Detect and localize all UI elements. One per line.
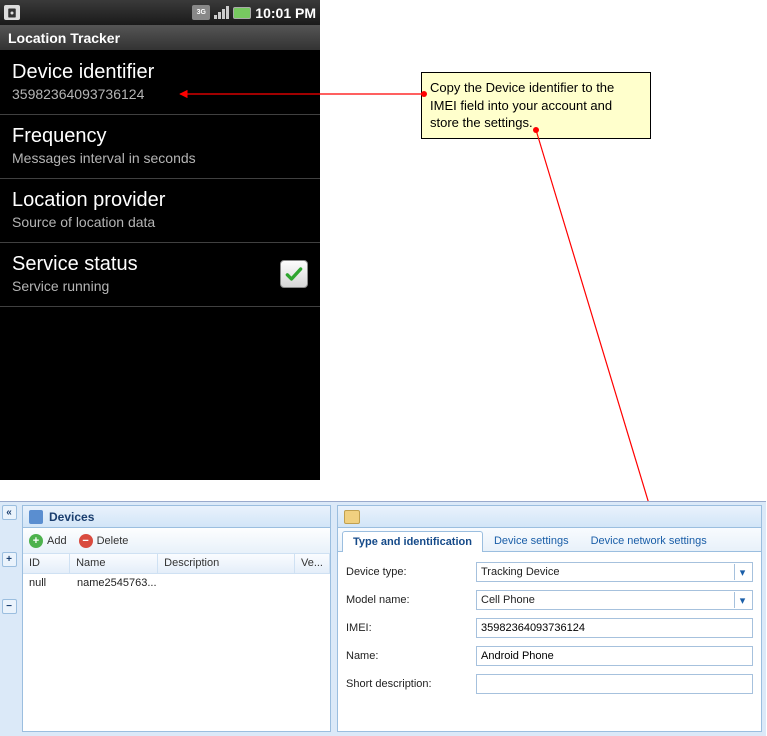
cell-description bbox=[161, 574, 301, 594]
chevron-down-icon: ▾ bbox=[734, 592, 750, 608]
label-name: Name: bbox=[346, 650, 476, 662]
tab-type-identification[interactable]: Type and identification bbox=[342, 531, 483, 552]
setting-title: Service status bbox=[12, 253, 280, 276]
devices-toolbar: + Add − Delete bbox=[23, 528, 330, 554]
setting-service-status[interactable]: Service status Service running bbox=[0, 243, 320, 307]
model-name-select[interactable]: Cell Phone ▾ bbox=[476, 590, 753, 610]
plus-icon: + bbox=[29, 534, 43, 548]
model-name-value: Cell Phone bbox=[481, 594, 535, 606]
setting-subtitle: 35982364093736124 bbox=[12, 86, 308, 102]
tab-device-network-settings[interactable]: Device network settings bbox=[580, 530, 718, 551]
setting-subtitle: Source of location data bbox=[12, 214, 308, 230]
setting-title: Location provider bbox=[12, 189, 308, 212]
setting-subtitle: Service running bbox=[12, 278, 280, 294]
devices-table-header: ID Name Description Ve... bbox=[23, 554, 330, 574]
service-status-checkbox[interactable] bbox=[280, 260, 308, 288]
device-form-header bbox=[338, 506, 761, 528]
data-network-icon: 3G bbox=[192, 5, 210, 20]
col-ve[interactable]: Ve... bbox=[295, 554, 330, 573]
label-short-description: Short description: bbox=[346, 678, 476, 690]
admin-panel: « + − Devices + Add − Delete ID Name Des… bbox=[0, 501, 766, 736]
chevron-down-icon: ▾ bbox=[734, 564, 750, 580]
setting-title: Frequency bbox=[12, 125, 308, 148]
col-description[interactable]: Description bbox=[158, 554, 295, 573]
panel-remove-button[interactable]: − bbox=[2, 599, 17, 614]
cell-name: name2545763... bbox=[71, 574, 161, 594]
status-bar: 3G 10:01 PM bbox=[0, 0, 320, 25]
delete-device-button[interactable]: − Delete bbox=[79, 534, 129, 548]
devices-panel: Devices + Add − Delete ID Name Descripti… bbox=[22, 505, 331, 732]
short-description-field[interactable] bbox=[476, 674, 753, 694]
app-title-bar: Location Tracker bbox=[0, 25, 320, 51]
label-imei: IMEI: bbox=[346, 622, 476, 634]
setting-title: Device identifier bbox=[12, 61, 308, 84]
collapse-left-button[interactable]: « bbox=[2, 505, 17, 520]
add-label: Add bbox=[47, 535, 67, 547]
add-device-button[interactable]: + Add bbox=[29, 534, 67, 548]
android-phone-screen: 3G 10:01 PM Location Tracker Device iden… bbox=[0, 0, 320, 480]
battery-icon bbox=[233, 7, 251, 19]
sim-icon bbox=[4, 5, 20, 20]
label-device-type: Device type: bbox=[346, 566, 476, 578]
imei-field[interactable] bbox=[476, 618, 753, 638]
callout-note: Copy the Device identifier to the IMEI f… bbox=[421, 72, 651, 139]
table-row[interactable]: null name2545763... bbox=[23, 574, 330, 594]
devices-panel-header: Devices bbox=[23, 506, 330, 528]
label-model-name: Model name: bbox=[346, 594, 476, 606]
devices-title: Devices bbox=[49, 510, 94, 524]
panel-add-button[interactable]: + bbox=[2, 552, 17, 567]
cell-ve bbox=[301, 574, 330, 594]
folder-icon bbox=[344, 510, 360, 524]
device-type-select[interactable]: Tracking Device ▾ bbox=[476, 562, 753, 582]
setting-location-provider[interactable]: Location provider Source of location dat… bbox=[0, 179, 320, 243]
form-tabs: Type and identification Device settings … bbox=[338, 528, 761, 552]
minus-icon: − bbox=[79, 534, 93, 548]
col-id[interactable]: ID bbox=[23, 554, 70, 573]
clock: 10:01 PM bbox=[255, 5, 316, 21]
setting-subtitle: Messages interval in seconds bbox=[12, 150, 308, 166]
check-icon bbox=[284, 264, 304, 284]
setting-frequency[interactable]: Frequency Messages interval in seconds bbox=[0, 115, 320, 179]
devices-icon bbox=[29, 510, 43, 524]
signal-icon bbox=[214, 6, 229, 19]
delete-label: Delete bbox=[97, 535, 129, 547]
device-form-panel: Type and identification Device settings … bbox=[337, 505, 762, 732]
col-name[interactable]: Name bbox=[70, 554, 158, 573]
name-field[interactable] bbox=[476, 646, 753, 666]
tab-device-settings[interactable]: Device settings bbox=[483, 530, 580, 551]
setting-device-identifier[interactable]: Device identifier 35982364093736124 bbox=[0, 51, 320, 115]
cell-id: null bbox=[23, 574, 71, 594]
settings-list: Device identifier 35982364093736124 Freq… bbox=[0, 51, 320, 307]
device-form: Device type: Tracking Device ▾ Model nam… bbox=[338, 552, 761, 712]
device-type-value: Tracking Device bbox=[481, 566, 559, 578]
